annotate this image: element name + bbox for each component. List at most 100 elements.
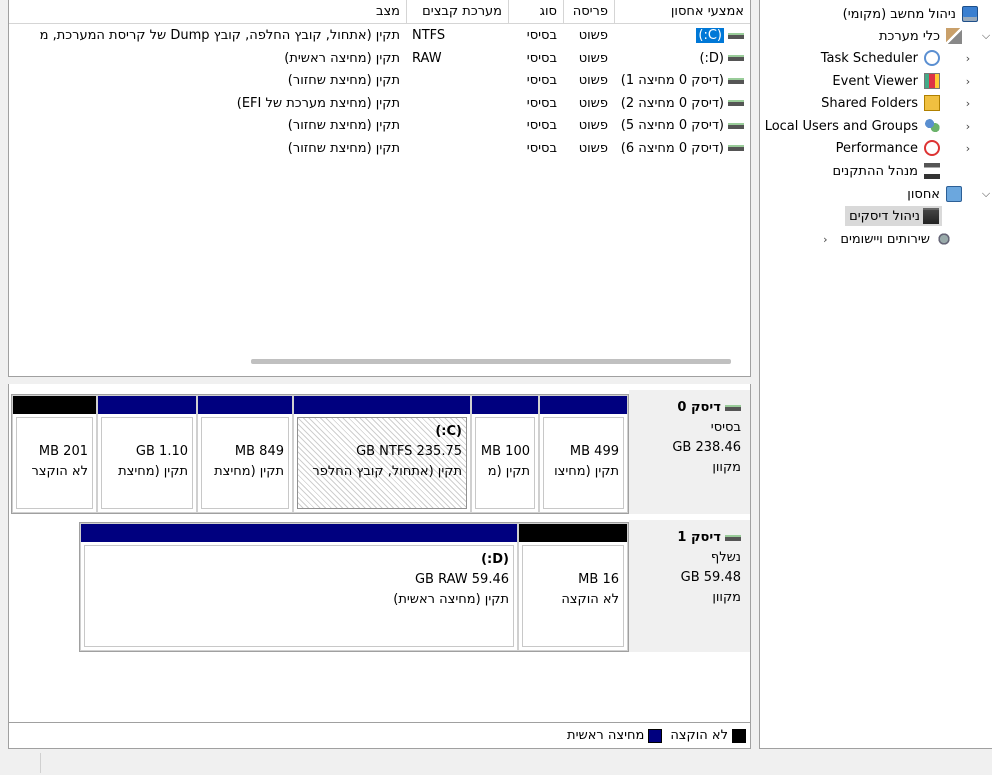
device-manager-icon (924, 163, 940, 179)
partition-info: 849 MB תקין (מחיצת (201, 417, 289, 509)
partition-status: תקין (מחיצת (214, 464, 284, 479)
partition-color-bar (519, 524, 627, 542)
partition-info: (D:) 59.46 GB RAW תקין (מחיצה ראשית) (84, 545, 514, 647)
chevron-down-icon[interactable]: ⌵ (980, 29, 992, 43)
volume-name: (D:) (614, 48, 750, 70)
volume-icon (728, 55, 744, 61)
tree-shared-folders[interactable]: Shared Folders › (818, 93, 970, 113)
disk-1-name: דיסק 1 (677, 530, 721, 545)
tree-local-users[interactable]: Local Users and Groups › (762, 116, 970, 136)
partition-block[interactable]: (C:) 235.75 GB NTFS תקין (אתחול, קובץ החלפ… (293, 395, 471, 513)
volume-icon (728, 32, 744, 39)
volume-type: בסיסי (526, 95, 557, 111)
chevron-right-icon[interactable]: › (962, 120, 974, 133)
volume-name: (דיסק 0 מחיצה 5) (614, 115, 750, 137)
partition-block[interactable]: 849 MB תקין (מחיצת (197, 395, 293, 513)
partition-color-bar (98, 396, 196, 414)
chevron-right-icon[interactable]: › (962, 97, 974, 110)
partition-status: תקין (מ (487, 464, 530, 479)
partition-color-bar (13, 396, 96, 414)
volume-layout: פשוט (578, 140, 608, 156)
volume-icon (728, 77, 744, 84)
horizontal-scrollbar[interactable] (9, 352, 750, 370)
volume-row[interactable]: (דיסק 0 מחיצה 1) פשוט בסיסי תקין (מחיצת שחז… (9, 70, 750, 92)
partition-size: 59.46 GB RAW (414, 572, 509, 587)
tools-icon (946, 28, 962, 44)
partition-status: תקין (אתחול, קובץ החלפר (312, 464, 462, 479)
partition-color-bar (81, 524, 517, 542)
scrollbar-thumb[interactable] (251, 359, 731, 364)
users-icon (924, 118, 940, 134)
volume-row[interactable]: (דיסק 0 מחיצה 5) פשוט בסיסי תקין (מחיצת שחז… (9, 115, 750, 137)
volume-row[interactable]: (C:) פשוט בסיסי NTFS תקין (אתחול, קובץ החלפה… (9, 25, 750, 47)
shared-folder-icon (924, 95, 940, 111)
volume-icon (728, 122, 744, 129)
disk-0-state: מקוון (712, 460, 741, 475)
volume-row[interactable]: (דיסק 0 מחיצה 2) פשוט בסיסי תקין (מחיצת מער… (9, 93, 750, 115)
partition-size: 849 MB (234, 444, 284, 459)
disk-management-icon (923, 208, 939, 224)
partition-block[interactable]: 201 MB לא הוקצר (12, 395, 97, 513)
status-bar-separator (40, 753, 41, 773)
volume-filesystem: RAW (412, 50, 442, 66)
volume-name: (דיסק 0 מחיצה 1) (614, 70, 750, 92)
tree-system-tools[interactable]: ⌵ כלי מערכת (876, 26, 990, 46)
volume-type: בסיסי (526, 28, 557, 43)
tree-device-manager[interactable]: מנהל ההתקנים (829, 161, 940, 181)
storage-icon (946, 186, 962, 202)
column-header-filesystem[interactable]: מערכת קבצים (406, 0, 508, 24)
navigation-tree: ניהול מחשב (מקומי) ⌵ כלי מערכת Task Sche… (759, 0, 992, 749)
volume-layout: פשוט (578, 95, 608, 111)
pane-splitter[interactable] (8, 376, 751, 384)
legend-unallocated-label: לא הוקצה (670, 728, 728, 743)
volume-name: (דיסק 0 מחיצה 6) (614, 138, 750, 160)
tree-disk-management[interactable]: ניהול דיסקים (845, 206, 942, 226)
partition-block[interactable]: (D:) 59.46 GB RAW תקין (מחיצה ראשית) (80, 523, 518, 651)
performance-icon (924, 140, 940, 156)
tree-event-viewer[interactable]: Event Viewer › (829, 71, 970, 91)
volume-status: תקין (מחיצת שחזור) (287, 118, 400, 133)
volume-name: (C:) (614, 25, 750, 47)
tree-root[interactable]: ניהול מחשב (מקומי) (840, 4, 978, 24)
disk-0-type: בסיסי (710, 420, 741, 435)
volume-status: תקין (מחיצה ראשית) (284, 50, 400, 66)
disk-1-label[interactable]: דיסק 1 נשלף 59.48 GB מקוון (629, 520, 750, 652)
column-header-layout[interactable]: פריסה (563, 0, 614, 24)
tree-services-label: שירותים ויישומים (840, 231, 930, 247)
tree-performance[interactable]: Performance › (833, 138, 970, 158)
partition-block[interactable]: 1.10 GB תקין (מחיצת (97, 395, 197, 513)
chevron-right-icon[interactable]: › (962, 142, 974, 155)
volume-status: תקין (מחיצת שחזור) (287, 140, 400, 156)
tree-services[interactable]: שירותים ויישומים ‹ (823, 229, 952, 249)
partition-size: 1.10 GB (135, 444, 188, 459)
legend-primary: מחיצה ראשית (567, 728, 663, 743)
volume-status: תקין (אתחול, קובץ החלפה, קובץ Dump של קר… (39, 28, 400, 43)
tree-task-scheduler-label: Task Scheduler (820, 50, 918, 66)
volume-list[interactable]: אמצעי אחסון פריסה סוג מערכת קבצים מצב (C… (8, 0, 751, 376)
legend-unallocated-swatch (732, 728, 746, 743)
volume-icon (728, 100, 744, 106)
column-header-status[interactable]: מצב (9, 0, 406, 24)
partition-block[interactable]: 16 MB לא הוקצה (518, 523, 628, 651)
disk-graphical-view: דיסק 0 בסיסי 238.46 GB מקוון 499 MB תקין … (8, 384, 751, 722)
volume-row[interactable]: (דיסק 0 מחיצה 6) פשוט בסיסי תקין (מחיצת שחז… (9, 138, 750, 160)
column-header-volume[interactable]: אמצעי אחסון (614, 0, 750, 24)
chevron-right-icon[interactable]: › (962, 52, 974, 65)
column-header-type[interactable]: סוג (508, 0, 563, 24)
tree-storage[interactable]: ⌵ אחסון (904, 184, 990, 204)
partition-block[interactable]: 499 MB תקין (מחיצו (539, 395, 628, 513)
partition-status: לא הוקצה (561, 592, 619, 607)
volume-type: בסיסי (526, 73, 557, 88)
volume-row[interactable]: (D:) פשוט בסיסי RAW תקין (מחיצה ראשית) (9, 48, 750, 70)
tree-disk-management-label: ניהול דיסקים (845, 206, 942, 226)
partition-block[interactable]: 100 MB תקין (מ (471, 395, 539, 513)
chevron-right-icon[interactable]: ‹ (819, 233, 831, 246)
volume-name-text: (C:) (696, 28, 724, 43)
tree-task-scheduler[interactable]: Task Scheduler › (818, 48, 970, 68)
disk-0-partitions: 499 MB תקין (מחיצו 100 MB תקין (מ (C:) 235.75… (11, 394, 629, 514)
partition-status: תקין (מחיצו (554, 464, 619, 479)
chevron-right-icon[interactable]: › (962, 75, 974, 88)
volume-type: בסיסי (526, 140, 557, 156)
disk-0-label[interactable]: דיסק 0 בסיסי 238.46 GB מקוון (629, 390, 750, 514)
chevron-down-icon[interactable]: ⌵ (980, 187, 992, 201)
